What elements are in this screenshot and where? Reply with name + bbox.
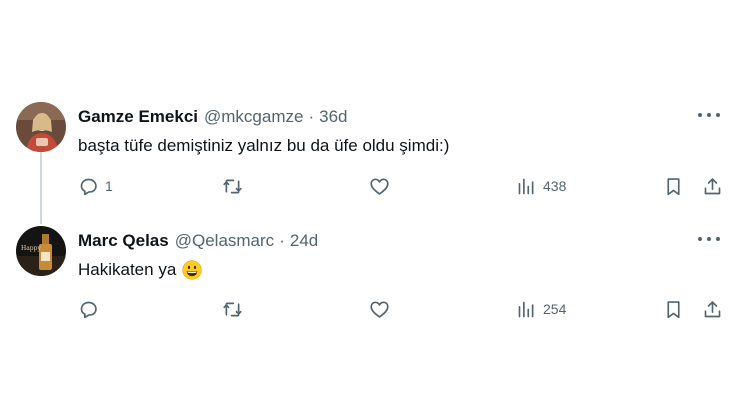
retweet-icon [223,302,242,316]
views-button[interactable]: 438 [516,173,566,199]
author-name[interactable]: Gamze Emekci [78,107,198,127]
heart-icon [370,300,389,318]
views-button[interactable]: 254 [516,296,566,322]
views-chart-icon [518,178,534,194]
avatar-caption: Happy [21,245,41,252]
reply-icon [80,178,97,195]
tweet-header: Marc Qelas @Qelasmarc · 24d [78,230,318,252]
timestamp[interactable]: 24d [290,231,318,251]
retweet-button[interactable] [222,173,249,199]
tweet-text-wrapper: Hakikaten ya [78,260,202,280]
timestamp[interactable]: 36d [319,107,347,127]
retweet-icon [223,179,242,193]
separator: · [308,107,315,126]
share-icon [704,177,721,194]
share-button[interactable] [702,173,723,199]
reply-button[interactable] [78,296,105,322]
tweet-text: başta tüfe demiştiniz yalnız bu da üfe o… [78,136,450,155]
grinning-face-emoji-icon [182,260,202,280]
tweet-header: Gamze Emekci @mkcgamze · 36d [78,106,348,128]
like-button[interactable] [369,296,396,322]
view-count: 254 [543,301,567,317]
views-chart-icon [518,301,534,317]
separator: · [279,231,285,250]
share-button[interactable] [702,296,723,322]
bookmark-button[interactable] [663,296,684,322]
more-icon[interactable] [698,232,720,246]
tweet-actions: 254 [0,296,730,322]
share-icon [704,300,721,317]
author-name[interactable]: Marc Qelas [78,231,169,251]
retweet-button[interactable] [222,296,249,322]
reply-count: 1 [105,178,113,194]
author-handle[interactable]: @Qelasmarc [175,231,274,251]
reply-button[interactable]: 1 [78,173,113,199]
bookmark-icon [667,177,680,195]
tweet-text: Hakikaten ya [78,260,177,279]
avatar[interactable] [16,102,66,152]
bookmark-icon [667,300,680,318]
like-button[interactable] [369,173,396,199]
view-count: 438 [543,178,567,194]
reply-icon [80,301,97,318]
author-handle[interactable]: @mkcgamze [204,107,303,127]
bookmark-button[interactable] [663,173,684,199]
tweet-actions: 1 438 [0,173,730,199]
more-icon[interactable] [698,108,720,122]
avatar[interactable]: Happy [16,226,66,276]
heart-icon [370,177,389,195]
